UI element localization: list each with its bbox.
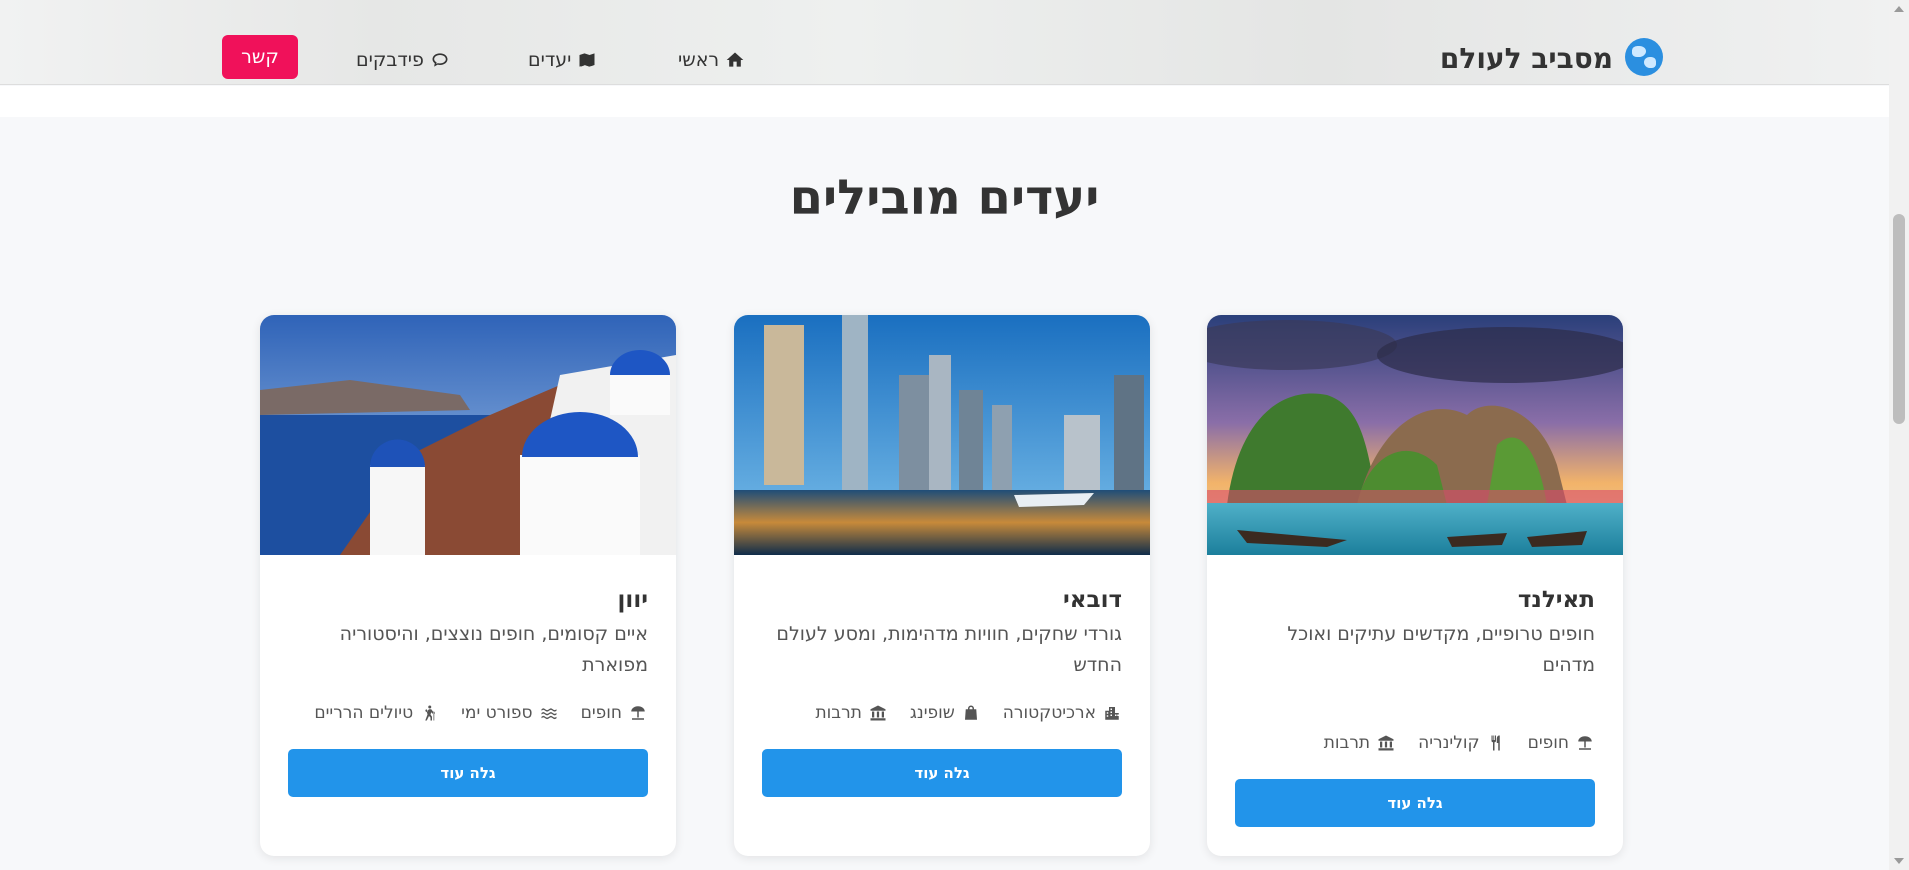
destination-card-thailand: תאילנד חופים טרופיים, מקדשים עתיקים ואוכ… — [1207, 315, 1623, 856]
tag-culinary: קולינריה — [1418, 733, 1505, 753]
hiking-icon — [425, 705, 436, 721]
card-tags: ארכיטקטורה שופינג תרבות — [762, 703, 1122, 723]
tag-architecture: ארכיטקטורה — [1003, 703, 1122, 723]
discover-more-button[interactable]: גלה עוד — [1235, 779, 1595, 827]
tag-beaches: חופים — [1528, 733, 1595, 753]
scroll-down-arrow-icon[interactable] — [1894, 858, 1904, 864]
comment-icon — [432, 53, 448, 67]
tag-culture: תרבות — [1324, 733, 1396, 753]
nav-destinations-label: יעדים — [528, 49, 572, 71]
card-description: חופים טרופיים, מקדשים עתיקים ואוכל מדהים — [1287, 623, 1595, 676]
card-image-dubai — [734, 315, 1150, 555]
tag-label: טיולים הרריים — [314, 703, 414, 723]
tag-label: תרבות — [1323, 733, 1371, 753]
utensils-icon — [1491, 735, 1500, 751]
city-icon — [1105, 707, 1119, 720]
tag-label: חופים — [580, 703, 622, 723]
tag-water-sports: ספורט ימי — [461, 703, 558, 723]
destination-card-greece: יוון איים קסומים, חופים נוצצים, והיסטורי… — [260, 315, 676, 856]
water-icon — [541, 708, 557, 720]
card-image-greece — [260, 315, 676, 555]
tag-beaches: חופים — [581, 703, 648, 723]
card-body: דובאי גורדי שחקים, חוויות מדהימות, ומסע … — [734, 555, 1150, 723]
card-body: תאילנד חופים טרופיים, מקדשים עתיקים ואוכ… — [1207, 555, 1623, 753]
section-title: יעדים מובילים — [789, 170, 1100, 226]
site-header: מסביב לעולם ראשי יעדים פידבקים קשר — [0, 0, 1889, 85]
nav-home-label: ראשי — [678, 49, 720, 71]
tag-label: קולינריה — [1418, 733, 1480, 753]
globe-icon — [1625, 38, 1663, 76]
card-image-thailand — [1207, 315, 1623, 555]
contact-button[interactable]: קשר — [222, 35, 298, 79]
card-description: גורדי שחקים, חוויות מדהימות, ומסע לעולם … — [776, 623, 1122, 676]
page: מסביב לעולם ראשי יעדים פידבקים קשר יעדים… — [0, 0, 1889, 870]
nav-home[interactable]: ראשי — [678, 49, 745, 71]
tag-label: תרבות — [815, 703, 862, 723]
tag-label: ארכיטקטורה — [1002, 703, 1096, 723]
header-spacer — [0, 86, 1889, 117]
logo[interactable]: מסביב לעולם — [1440, 38, 1663, 76]
landmark-icon — [870, 705, 886, 721]
shopping-bag-icon — [964, 705, 977, 720]
umbrella-beach-icon — [631, 706, 645, 720]
tag-shopping: שופינג — [910, 703, 981, 723]
tag-label: חופים — [1527, 733, 1569, 753]
tag-culture: תרבות — [815, 703, 887, 723]
tag-label: ספורט ימי — [461, 703, 533, 723]
nav-destinations[interactable]: יעדים — [528, 49, 597, 71]
card-title: תאילנד — [1517, 587, 1595, 613]
tag-hiking: טיולים הרריים — [314, 703, 439, 723]
scrollbar[interactable] — [1889, 0, 1909, 870]
card-tags: חופים קולינריה תרבות — [1235, 733, 1595, 753]
card-title: יוון — [617, 587, 648, 613]
scroll-thumb[interactable] — [1893, 214, 1905, 424]
card-body: יוון איים קסומים, חופים נוצצים, והיסטורי… — [260, 555, 676, 723]
umbrella-beach-icon — [1578, 736, 1592, 750]
home-icon — [726, 52, 744, 67]
nav-feedback-label: פידבקים — [356, 49, 424, 71]
scroll-up-arrow-icon[interactable] — [1894, 6, 1904, 12]
card-description: איים קסומים, חופים נוצצים, והיסטוריה מפו… — [339, 623, 648, 676]
card-tags: חופים ספורט ימי טיולים הרריים — [288, 703, 648, 723]
discover-more-button[interactable]: גלה עוד — [288, 749, 648, 797]
nav-feedback[interactable]: פידבקים — [356, 49, 450, 71]
landmark-icon — [1378, 735, 1394, 751]
discover-more-button[interactable]: גלה עוד — [762, 749, 1122, 797]
tag-label: שופינג — [909, 703, 955, 723]
card-title: דובאי — [1063, 587, 1122, 613]
map-icon — [579, 53, 595, 67]
destination-card-dubai: דובאי גורדי שחקים, חוויות מדהימות, ומסע … — [734, 315, 1150, 856]
logo-text: מסביב לעולם — [1439, 42, 1613, 75]
